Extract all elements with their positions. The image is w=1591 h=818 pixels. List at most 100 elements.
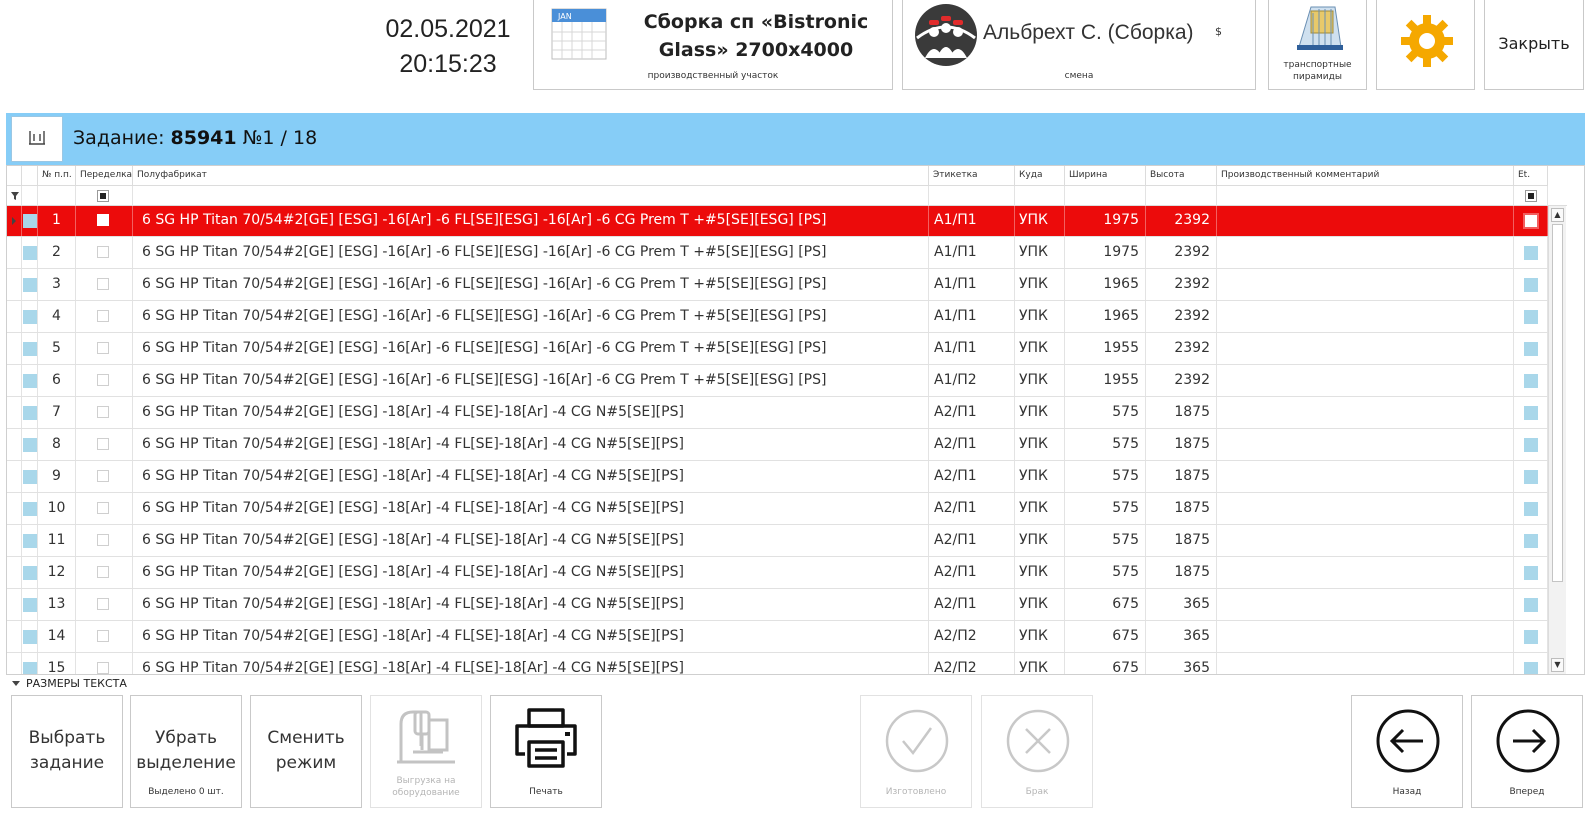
cell-num: 15 [38,653,76,674]
et-checkbox[interactable] [1524,246,1538,260]
cnc-machine-icon [397,710,455,764]
rework-checkbox[interactable] [97,310,109,322]
col-rework[interactable]: Переделка [76,166,133,186]
clear-selection-button[interactable]: Убрать выделение Выделено 0 шт. [130,695,242,808]
cell-height: 2392 [1146,237,1217,268]
shift-button[interactable]: Альбрехт С. (Сборка) $ смена [902,0,1256,90]
col-label[interactable]: Этикетка [929,166,1015,186]
transport-pyramids-button[interactable]: транспортные пирамиды [1268,0,1367,90]
table-row[interactable]: 9 6 SG HP Titan 70/54#2[GE] [ESG] -18[Ar]… [7,461,1548,493]
col-product[interactable]: Полуфабрикат [133,166,929,186]
et-checkbox[interactable] [1524,566,1538,580]
col-height[interactable]: Высота [1146,166,1217,186]
task-menu-button[interactable] [11,116,63,162]
rework-filter-checkbox[interactable] [97,190,109,202]
rework-checkbox[interactable] [97,214,109,226]
row-indicator [7,269,22,300]
print-button[interactable]: Печать [490,695,602,808]
et-checkbox[interactable] [1524,598,1538,612]
et-checkbox[interactable] [1524,374,1538,388]
table-row[interactable]: 6 6 SG HP Titan 70/54#2[GE] [ESG] -16[Ar]… [7,365,1548,397]
table-row[interactable]: 12 6 SG HP Titan 70/54#2[GE] [ESG] -18[Ar… [7,557,1548,589]
rework-checkbox[interactable] [97,374,109,386]
rework-checkbox[interactable] [97,470,109,482]
table-row[interactable]: 7 6 SG HP Titan 70/54#2[GE] [ESG] -18[Ar]… [7,397,1548,429]
settings-button[interactable] [1376,0,1475,90]
cell-height: 1875 [1146,429,1217,460]
cell-rework [76,461,133,492]
production-area-button[interactable]: JAN Сборка сп «Bistronic Glass» 2700x400… [533,0,893,90]
et-checkbox[interactable] [1524,310,1538,324]
cell-height: 1875 [1146,525,1217,556]
rework-checkbox[interactable] [97,662,109,674]
defect-button[interactable]: Брак [981,695,1093,808]
table-row[interactable]: 1 6 SG HP Titan 70/54#2[GE] [ESG] -16[Ar]… [7,206,1548,237]
select-task-button[interactable]: Выбрать задание [11,695,123,808]
text-sizes-toggle[interactable]: РАЗМЕРЫ ТЕКСТА [12,677,127,690]
cell-product: 6 SG HP Titan 70/54#2[GE] [ESG] -18[Ar] … [133,557,929,588]
rework-checkbox[interactable] [97,502,109,514]
made-button[interactable]: Изготовлено [860,695,972,808]
col-et[interactable]: Et. [1514,166,1548,186]
cell-product: 6 SG HP Titan 70/54#2[GE] [ESG] -18[Ar] … [133,493,929,524]
cell-rework [76,557,133,588]
scroll-up-icon[interactable]: ▲ [1551,208,1564,222]
table-row[interactable]: 15 6 SG HP Titan 70/54#2[GE] [ESG] -18[Ar… [7,653,1548,674]
table-row[interactable]: 4 6 SG HP Titan 70/54#2[GE] [ESG] -16[Ar]… [7,301,1548,333]
cell-destination: УПК [1015,653,1065,674]
et-checkbox[interactable] [1524,278,1538,292]
cell-label: А2/П1 [929,429,1015,460]
et-checkbox[interactable] [1524,630,1538,644]
col-comment[interactable]: Производственный комментарий [1217,166,1514,186]
col-num[interactable]: № п.п. [38,166,76,186]
scroll-thumb[interactable] [1552,224,1563,582]
table-row[interactable]: 13 6 SG HP Titan 70/54#2[GE] [ESG] -18[Ar… [7,589,1548,621]
et-checkbox[interactable] [1524,470,1538,484]
col-destination[interactable]: Куда [1015,166,1065,186]
cell-rework [76,269,133,300]
et-checkbox[interactable] [1524,662,1538,674]
table-row[interactable]: 3 6 SG HP Titan 70/54#2[GE] [ESG] -16[Ar]… [7,269,1548,301]
cell-height: 365 [1146,621,1217,652]
rework-checkbox[interactable] [97,406,109,418]
col-width[interactable]: Ширина [1065,166,1146,186]
row-marker [22,525,38,556]
cell-width: 575 [1065,397,1146,428]
change-mode-button[interactable]: Сменить режим [250,695,362,808]
et-checkbox[interactable] [1524,534,1538,548]
rework-checkbox[interactable] [97,598,109,610]
rework-checkbox[interactable] [97,566,109,578]
et-checkbox[interactable] [1524,406,1538,420]
rework-checkbox[interactable] [97,630,109,642]
cell-height: 2392 [1146,269,1217,300]
cell-product: 6 SG HP Titan 70/54#2[GE] [ESG] -16[Ar] … [133,269,929,300]
rework-checkbox[interactable] [97,342,109,354]
scroll-down-icon[interactable]: ▼ [1551,658,1564,672]
cell-num: 2 [38,237,76,268]
rework-checkbox[interactable] [97,278,109,290]
rework-checkbox[interactable] [97,534,109,546]
rework-checkbox[interactable] [97,438,109,450]
forward-button[interactable]: Вперед [1471,695,1583,808]
et-checkbox[interactable] [1523,213,1539,229]
et-checkbox[interactable] [1524,502,1538,516]
table-row[interactable]: 5 6 SG HP Titan 70/54#2[GE] [ESG] -16[Ar]… [7,333,1548,365]
cell-label: А1/П1 [929,206,1015,236]
table-row[interactable]: 10 6 SG HP Titan 70/54#2[GE] [ESG] -18[Ar… [7,493,1548,525]
filter-icon[interactable] [7,186,22,206]
table-row[interactable]: 2 6 SG HP Titan 70/54#2[GE] [ESG] -16[Ar]… [7,237,1548,269]
et-checkbox[interactable] [1524,438,1538,452]
grid-scrollbar[interactable]: ▲ ▼ [1548,206,1566,674]
et-filter-checkbox[interactable] [1525,190,1537,202]
unload-to-equipment-button[interactable]: Выгрузка на оборудование [370,695,482,808]
cell-comment [1217,525,1514,556]
back-button[interactable]: Назад [1351,695,1463,808]
rework-checkbox[interactable] [97,246,109,258]
table-row[interactable]: 14 6 SG HP Titan 70/54#2[GE] [ESG] -18[Ar… [7,621,1548,653]
close-button[interactable]: Закрыть [1484,0,1584,90]
table-row[interactable]: 11 6 SG HP Titan 70/54#2[GE] [ESG] -18[Ar… [7,525,1548,557]
cell-width: 1965 [1065,269,1146,300]
table-row[interactable]: 8 6 SG HP Titan 70/54#2[GE] [ESG] -18[Ar]… [7,429,1548,461]
et-checkbox[interactable] [1524,342,1538,356]
cell-comment [1217,269,1514,300]
